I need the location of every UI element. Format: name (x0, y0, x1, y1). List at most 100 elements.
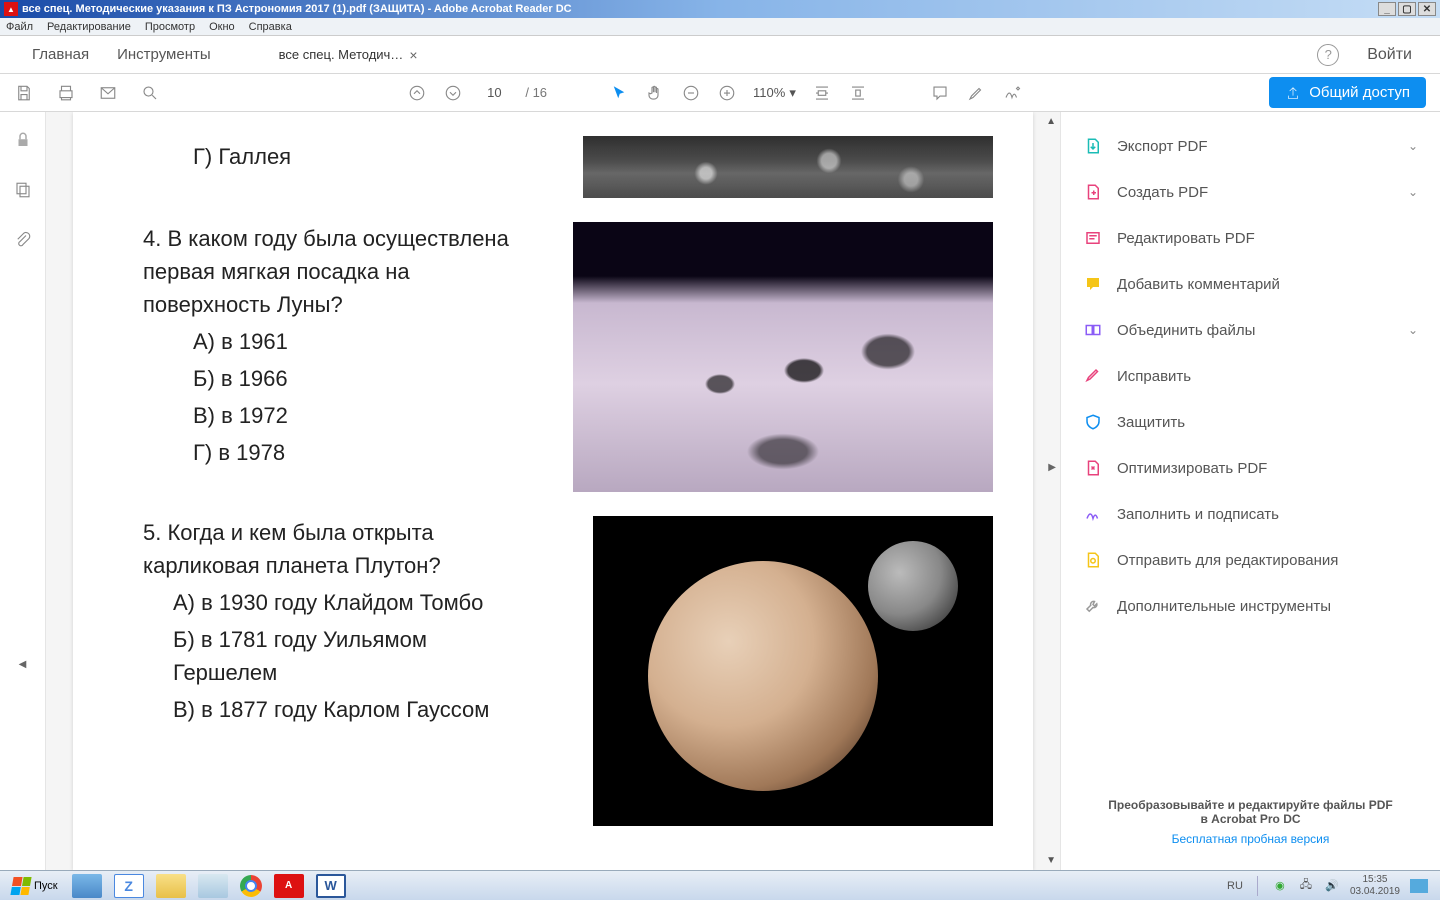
window-title: все спец. Методические указания к ПЗ Аст… (22, 3, 572, 15)
hand-tool-icon[interactable] (645, 83, 665, 103)
moon-strip-image (583, 136, 993, 198)
edit-pdf-button[interactable]: Редактировать PDF (1079, 218, 1422, 258)
collapse-left-icon[interactable]: ◀ (19, 659, 27, 670)
menu-help[interactable]: Справка (249, 21, 292, 33)
q5-text: 5. Когда и кем была открыта карликовая п… (143, 516, 533, 582)
expand-right-icon[interactable]: ▶ (1048, 462, 1056, 473)
share-label: Общий доступ (1309, 84, 1410, 101)
protect-button[interactable]: Защитить (1079, 402, 1422, 442)
tray-icon-1[interactable]: ◉ (1272, 878, 1288, 894)
tab-close-icon[interactable]: × (409, 47, 417, 63)
redact-button[interactable]: Исправить (1079, 356, 1422, 396)
chevron-down-icon: ⌄ (1408, 139, 1418, 153)
taskbar: Пуск Z A W RU ◉ 🖧 🔊 15:35 03.04.2019 (0, 870, 1440, 900)
comment-panel-icon (1083, 274, 1103, 294)
protect-label: Защитить (1117, 414, 1185, 431)
maximize-button[interactable]: ▢ (1398, 2, 1416, 16)
document-area[interactable]: ▲ Г) Галлея 4. В каком году была осущест… (46, 112, 1060, 870)
start-button[interactable]: Пуск (4, 875, 66, 897)
share-button[interactable]: Общий доступ (1269, 77, 1426, 108)
print-icon[interactable] (56, 83, 76, 103)
save-icon[interactable] (14, 83, 34, 103)
lock-icon[interactable] (13, 130, 33, 150)
thumbnails-icon[interactable] (13, 180, 33, 200)
create-label: Создать PDF (1117, 184, 1208, 201)
menu-window[interactable]: Окно (209, 21, 235, 33)
menu-view[interactable]: Просмотр (145, 21, 195, 33)
zoom-in-icon[interactable] (717, 83, 737, 103)
taskbar-word[interactable]: W (316, 874, 346, 898)
windows-logo-icon (10, 877, 31, 895)
export-label: Экспорт PDF (1117, 138, 1208, 155)
tab-document-label: все спец. Методич… (279, 47, 404, 62)
page-down-icon[interactable] (443, 83, 463, 103)
comment-label: Добавить комментарий (1117, 276, 1280, 293)
taskbar-app-1[interactable] (72, 874, 102, 898)
tab-tools[interactable]: Инструменты (103, 38, 225, 71)
menu-file[interactable]: Файл (6, 21, 33, 33)
fill-label: Заполнить и подписать (1117, 506, 1279, 523)
redact-icon (1083, 366, 1103, 386)
attachment-icon[interactable] (13, 230, 33, 250)
window-titlebar: ▲ все спец. Методические указания к ПЗ А… (0, 0, 1440, 18)
zoom-level[interactable]: 110% ▾ (753, 85, 796, 101)
menu-bar: Файл Редактирование Просмотр Окно Справк… (0, 18, 1440, 36)
taskbar-acrobat[interactable]: A (274, 874, 304, 898)
show-desktop-icon[interactable] (1410, 879, 1428, 893)
fit-width-icon[interactable] (812, 83, 832, 103)
zoom-out-icon[interactable] (681, 83, 701, 103)
optimize-label: Оптимизировать PDF (1117, 460, 1267, 477)
login-button[interactable]: Войти (1367, 46, 1412, 64)
scroll-down-icon[interactable]: ▼ (1046, 855, 1056, 866)
create-pdf-button[interactable]: Создать PDF ⌄ (1079, 172, 1422, 212)
optimize-button[interactable]: Оптимизировать PDF (1079, 448, 1422, 488)
help-icon[interactable]: ? (1317, 44, 1339, 66)
scroll-up-icon[interactable]: ▲ (1046, 116, 1056, 127)
q4-option-b: Б) в 1966 (193, 362, 533, 395)
q4-option-c: В) в 1972 (193, 399, 533, 432)
minimize-button[interactable]: _ (1378, 2, 1396, 16)
q5-option-b: Б) в 1781 году Уильямом Гершелем (173, 623, 533, 689)
pdf-page: Г) Галлея 4. В каком году была осуществл… (73, 112, 1033, 870)
search-icon[interactable] (140, 83, 160, 103)
menu-edit[interactable]: Редактирование (47, 21, 131, 33)
export-pdf-button[interactable]: Экспорт PDF ⌄ (1079, 126, 1422, 166)
clock[interactable]: 15:35 03.04.2019 (1350, 874, 1400, 898)
comment-button[interactable]: Добавить комментарий (1079, 264, 1422, 304)
tray-volume-icon[interactable]: 🔊 (1324, 878, 1340, 894)
trial-link[interactable]: Бесплатная пробная версия (1079, 832, 1422, 846)
pdf-app-icon: ▲ (4, 2, 18, 16)
start-label: Пуск (34, 880, 58, 892)
send-button[interactable]: Отправить для редактирования (1079, 540, 1422, 580)
tray-network-icon[interactable]: 🖧 (1298, 878, 1314, 894)
chevron-down-icon: ⌄ (1408, 185, 1418, 199)
taskbar-app-4[interactable] (198, 874, 228, 898)
tab-row: Главная Инструменты все спец. Методич… ×… (0, 36, 1440, 74)
tab-home[interactable]: Главная (18, 38, 103, 71)
taskbar-chrome[interactable] (240, 875, 262, 897)
comment-icon[interactable] (930, 83, 950, 103)
language-indicator[interactable]: RU (1227, 880, 1243, 892)
mail-icon[interactable] (98, 83, 118, 103)
clock-date: 03.04.2019 (1350, 886, 1400, 898)
taskbar-app-3[interactable] (156, 874, 186, 898)
sign-icon[interactable] (1002, 83, 1022, 103)
selection-tool-icon[interactable] (609, 83, 629, 103)
taskbar-app-2[interactable]: Z (114, 874, 144, 898)
page-up-icon[interactable] (407, 83, 427, 103)
page-number-input[interactable] (479, 82, 509, 104)
tab-document[interactable]: все спец. Методич… × (265, 39, 432, 71)
highlight-icon[interactable] (966, 83, 986, 103)
signature-icon (1083, 504, 1103, 524)
q5-option-a: А) в 1930 году Клайдом Томбо (173, 586, 533, 619)
fill-sign-button[interactable]: Заполнить и подписать (1079, 494, 1422, 534)
chevron-down-icon: ▾ (789, 85, 796, 101)
more-tools-button[interactable]: Дополнительные инструменты (1079, 586, 1422, 626)
close-button[interactable]: ✕ (1418, 2, 1436, 16)
q5-option-c: В) в 1877 году Карлом Гауссом (173, 693, 533, 726)
pluto-image (593, 516, 993, 826)
create-icon (1083, 182, 1103, 202)
combine-label: Объединить файлы (1117, 322, 1255, 339)
combine-button[interactable]: Объединить файлы ⌄ (1079, 310, 1422, 350)
fit-page-icon[interactable] (848, 83, 868, 103)
